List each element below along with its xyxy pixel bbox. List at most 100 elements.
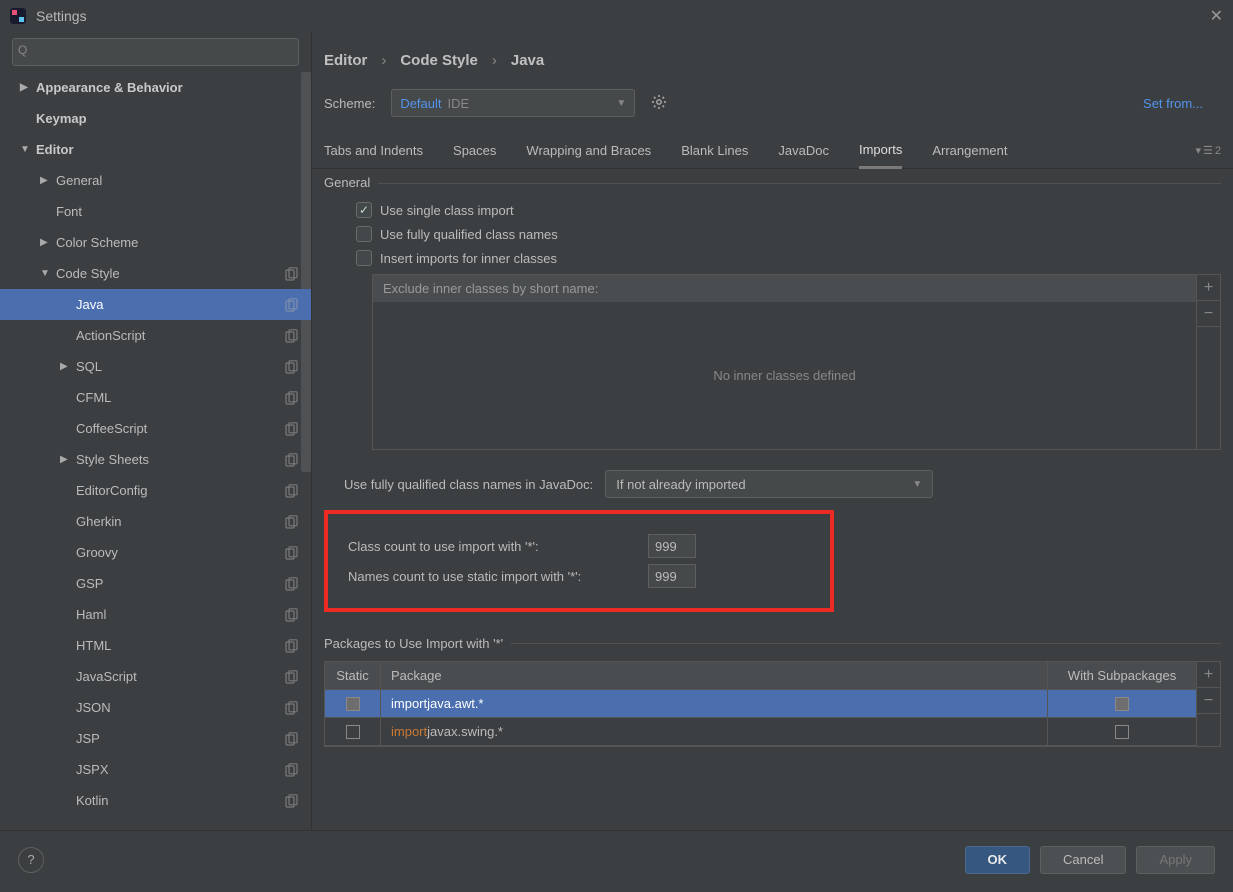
help-button[interactable]: ? <box>18 847 44 873</box>
copy-icon <box>285 267 299 281</box>
copy-icon <box>285 453 299 467</box>
sidebar-item-kotlin[interactable]: Kotlin <box>0 785 311 816</box>
static-checkbox[interactable] <box>346 697 360 711</box>
sidebar-item-sql[interactable]: ▶SQL <box>0 351 311 382</box>
package-row[interactable]: import javax.swing.* <box>325 718 1196 746</box>
sidebar-item-coffeescript[interactable]: CoffeeScript <box>0 413 311 444</box>
sidebar-item-general[interactable]: ▶General <box>0 165 311 196</box>
sidebar-item-font[interactable]: Font <box>0 196 311 227</box>
package-row[interactable]: import java.awt.* <box>325 690 1196 718</box>
import-count-highlight: Class count to use import with '*': Name… <box>324 510 834 612</box>
window-title: Settings <box>36 8 87 24</box>
label-inner-imports: Insert imports for inner classes <box>380 251 557 266</box>
label-fqn: Use fully qualified class names <box>380 227 558 242</box>
copy-icon <box>285 794 299 808</box>
sidebar-item-javascript[interactable]: JavaScript <box>0 661 311 692</box>
javadoc-fqn-select[interactable]: If not already imported ▼ <box>605 470 933 498</box>
bottombar: ? OK Cancel Apply <box>0 830 1233 888</box>
sidebar-item-editor[interactable]: ▼Editor <box>0 134 311 165</box>
ok-button[interactable]: OK <box>965 846 1031 874</box>
tree-item-label: HTML <box>76 638 285 653</box>
class-count-input[interactable] <box>648 534 696 558</box>
copy-icon <box>285 546 299 560</box>
tree-arrow-icon: ▶ <box>60 454 74 465</box>
breadcrumb-editor[interactable]: Editor <box>324 52 367 69</box>
tree-item-label: Keymap <box>36 111 311 126</box>
sidebar-item-json[interactable]: JSON <box>0 692 311 723</box>
sidebar-item-keymap[interactable]: Keymap <box>0 103 311 134</box>
checkbox-single-import[interactable] <box>356 202 372 218</box>
sidebar-item-code-style[interactable]: ▼Code Style <box>0 258 311 289</box>
tab-tabs-and-indents[interactable]: Tabs and Indents <box>324 133 423 169</box>
sidebar-item-jspx[interactable]: JSPX <box>0 754 311 785</box>
tree-item-label: Haml <box>76 607 285 622</box>
tree-item-label: JSON <box>76 700 285 715</box>
sidebar-item-actionscript[interactable]: ActionScript <box>0 320 311 351</box>
checkbox-inner-imports[interactable] <box>356 250 372 266</box>
copy-icon <box>285 422 299 436</box>
tree-item-label: JSPX <box>76 762 285 777</box>
sidebar: Q ▶Appearance & BehaviorKeymap▼Editor▶Ge… <box>0 32 312 830</box>
copy-icon <box>285 608 299 622</box>
sidebar-item-haml[interactable]: Haml <box>0 599 311 630</box>
tree-item-label: Font <box>56 204 311 219</box>
copy-icon <box>285 360 299 374</box>
tab-imports[interactable]: Imports <box>859 133 902 169</box>
search-input[interactable] <box>12 38 299 66</box>
tree-item-label: JavaScript <box>76 669 285 684</box>
sidebar-item-editorconfig[interactable]: EditorConfig <box>0 475 311 506</box>
tab-arrangement[interactable]: Arrangement <box>932 133 1007 169</box>
copy-icon <box>285 298 299 312</box>
tabs-overflow-button[interactable]: ▾☰2 <box>1195 144 1221 157</box>
set-from-link[interactable]: Set from... <box>1143 96 1221 111</box>
apply-button[interactable]: Apply <box>1136 846 1215 874</box>
names-count-input[interactable] <box>648 564 696 588</box>
sidebar-item-jsp[interactable]: JSP <box>0 723 311 754</box>
col-package: Package <box>381 662 1048 689</box>
class-count-label: Class count to use import with '*': <box>348 539 648 554</box>
copy-icon <box>285 484 299 498</box>
sidebar-item-appearance-behavior[interactable]: ▶Appearance & Behavior <box>0 72 311 103</box>
tree-arrow-icon: ▶ <box>60 361 74 372</box>
remove-button[interactable]: − <box>1197 301 1220 327</box>
chevron-right-icon: › <box>381 52 386 69</box>
tab-spaces[interactable]: Spaces <box>453 133 496 169</box>
sidebar-item-java[interactable]: Java <box>0 289 311 320</box>
copy-icon <box>285 763 299 777</box>
remove-package-button[interactable]: − <box>1197 688 1220 714</box>
packages-table: StaticPackageWith Subpackagesimport java… <box>324 661 1221 747</box>
tree-arrow-icon: ▶ <box>40 237 54 248</box>
tab-wrapping-and-braces[interactable]: Wrapping and Braces <box>526 133 651 169</box>
sidebar-item-color-scheme[interactable]: ▶Color Scheme <box>0 227 311 258</box>
add-button[interactable]: + <box>1197 275 1220 301</box>
gear-icon[interactable] <box>651 94 667 113</box>
close-icon[interactable]: ✕ <box>1210 6 1223 26</box>
package-cell: import javax.swing.* <box>381 718 1048 745</box>
tab-javadoc[interactable]: JavaDoc <box>778 133 829 169</box>
tree-arrow-icon: ▶ <box>20 82 34 93</box>
exclude-header: Exclude inner classes by short name: <box>373 275 1196 302</box>
sidebar-item-gsp[interactable]: GSP <box>0 568 311 599</box>
tree-item-label: GSP <box>76 576 285 591</box>
cancel-button[interactable]: Cancel <box>1040 846 1126 874</box>
tree-item-label: CFML <box>76 390 285 405</box>
sidebar-item-cfml[interactable]: CFML <box>0 382 311 413</box>
scheme-select[interactable]: Default IDE ▼ <box>391 89 635 117</box>
label-single-import: Use single class import <box>380 203 514 218</box>
checkbox-fqn[interactable] <box>356 226 372 242</box>
sidebar-item-groovy[interactable]: Groovy <box>0 537 311 568</box>
subpackages-checkbox[interactable] <box>1115 697 1129 711</box>
copy-icon <box>285 329 299 343</box>
breadcrumb-codestyle[interactable]: Code Style <box>400 52 478 69</box>
sidebar-item-gherkin[interactable]: Gherkin <box>0 506 311 537</box>
chevron-down-icon: ▼ <box>616 98 626 109</box>
sidebar-item-html[interactable]: HTML <box>0 630 311 661</box>
breadcrumb: Editor › Code Style › Java <box>312 32 544 85</box>
tree-item-label: Editor <box>36 142 311 157</box>
names-count-label: Names count to use static import with '*… <box>348 569 648 584</box>
subpackages-checkbox[interactable] <box>1115 725 1129 739</box>
add-package-button[interactable]: + <box>1197 662 1220 688</box>
tab-blank-lines[interactable]: Blank Lines <box>681 133 748 169</box>
sidebar-item-style-sheets[interactable]: ▶Style Sheets <box>0 444 311 475</box>
static-checkbox[interactable] <box>346 725 360 739</box>
